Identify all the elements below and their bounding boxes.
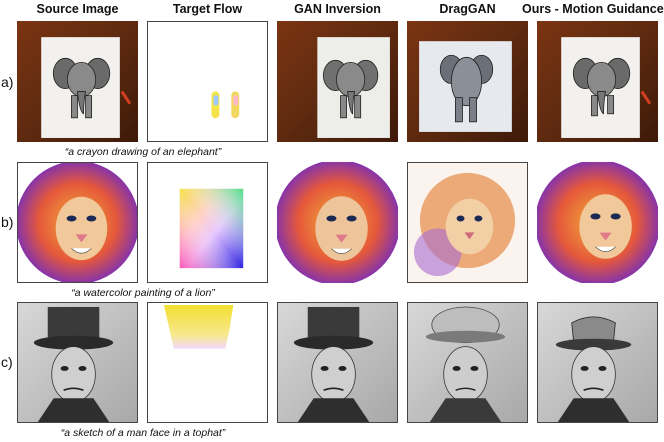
caption-row-a: “a crayon drawing of an elephant” <box>64 146 222 158</box>
row-label-c: c) <box>1 354 13 370</box>
caption-row-c: “a sketch of a man face in a tophat” <box>60 427 226 439</box>
column-header-draggan: DragGAN <box>439 2 496 16</box>
caption-row-b: “a watercolor painting of a lion” <box>71 287 215 299</box>
column-header-source-image: Source Image <box>36 2 119 16</box>
tophat-motion-guidance <box>537 302 658 423</box>
lion-draggan <box>407 162 528 283</box>
column-header-target-flow: Target Flow <box>172 2 243 16</box>
tophat-source-image <box>17 302 138 423</box>
tophat-gan-inversion <box>277 302 398 423</box>
tophat-draggan <box>407 302 528 423</box>
lion-source-image <box>17 162 138 283</box>
tophat-target-flow <box>147 302 268 423</box>
elephant-motion-guidance <box>537 21 658 142</box>
lion-target-flow <box>147 162 268 283</box>
column-header-gan-inversion: GAN Inversion <box>294 2 381 16</box>
row-label-a: a) <box>1 74 14 90</box>
elephant-target-flow <box>147 21 268 142</box>
row-label-b: b) <box>1 214 14 230</box>
elephant-source-image <box>17 21 138 142</box>
elephant-draggan <box>407 21 528 142</box>
lion-motion-guidance <box>537 162 658 283</box>
elephant-gan-inversion <box>277 21 398 142</box>
column-header-motion-guidance: Ours - Motion Guidance <box>522 2 664 16</box>
lion-gan-inversion <box>277 162 398 283</box>
